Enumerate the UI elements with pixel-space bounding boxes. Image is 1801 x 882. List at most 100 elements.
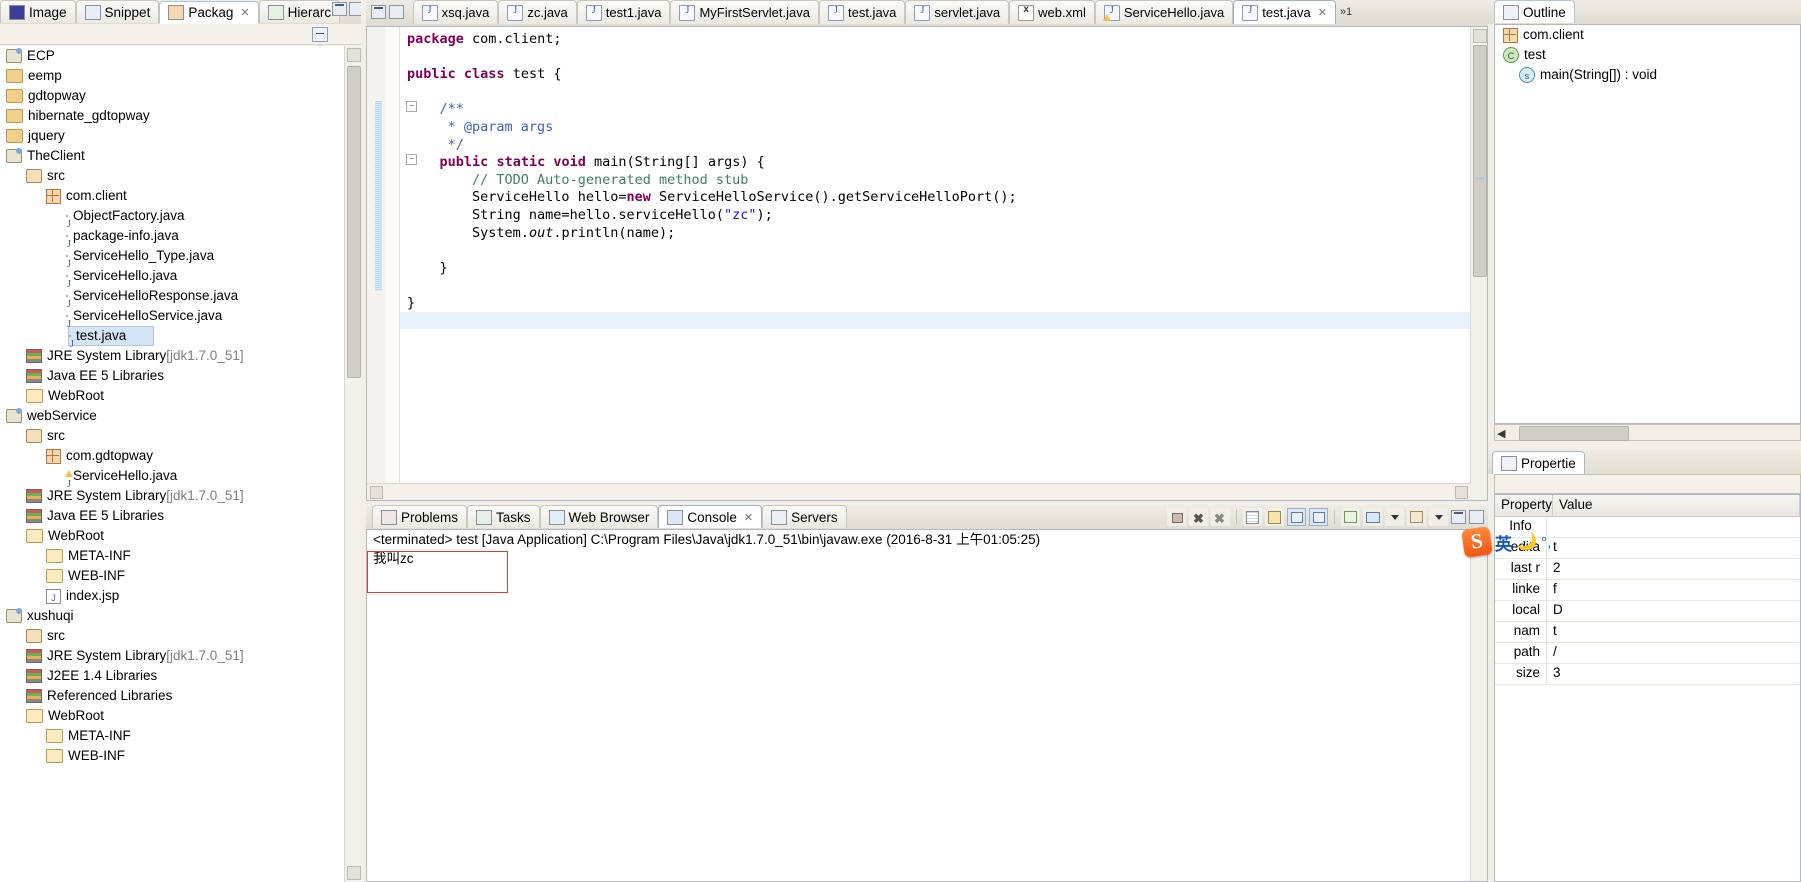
clear-console-icon[interactable] (1243, 508, 1262, 526)
close-icon[interactable]: ✕ (240, 6, 249, 19)
left-view-tab-snippet[interactable]: Snippet (75, 0, 160, 23)
tree-item[interactable]: META-INF (0, 546, 344, 566)
package-explorer-scrollbar[interactable] (344, 46, 361, 882)
editor-tab-xsq-java[interactable]: xsq.java (412, 0, 499, 24)
tree-item[interactable]: J2EE 1.4 Libraries (0, 666, 344, 686)
chevron-down-icon-2[interactable] (1429, 508, 1448, 526)
scroll-thumb[interactable] (347, 66, 361, 378)
tree-item[interactable]: JRE System Library [jdk1.7.0_51] (0, 346, 344, 366)
tree-item[interactable]: gdtopway (0, 86, 344, 106)
tree-item[interactable]: ServiceHelloResponse.java (0, 286, 344, 306)
editor-tab-zc-java[interactable]: zc.java (498, 0, 577, 24)
tree-item[interactable]: JRE System Library [jdk1.7.0_51] (0, 486, 344, 506)
editor-overview-marker[interactable] (1475, 177, 1484, 180)
terminate-icon[interactable] (1167, 508, 1186, 526)
outline-scroll-thumb[interactable] (1519, 426, 1629, 441)
sogou-logo-icon[interactable] (1461, 526, 1493, 558)
more-tabs-indicator[interactable]: »1 (1336, 6, 1352, 18)
editor-folding-ruler[interactable]: − − (385, 27, 417, 500)
properties-tab[interactable]: Propertie (1492, 451, 1585, 474)
tree-item[interactable]: JRE System Library [jdk1.7.0_51] (0, 646, 344, 666)
remove-all-launches-icon[interactable]: ✖ (1211, 508, 1230, 526)
tree-item[interactable]: ServiceHello.java (0, 266, 344, 286)
minimize-icon[interactable] (371, 5, 386, 19)
tree-item[interactable]: webService (0, 406, 344, 426)
tree-item[interactable]: index.jsp (0, 586, 344, 608)
bottom-tab-tasks[interactable]: Tasks (467, 505, 540, 528)
scroll-down-arrow[interactable] (347, 866, 361, 880)
punctuation-icon[interactable]: °, (1541, 534, 1551, 551)
tree-item[interactable]: ServiceHello_Type.java (0, 246, 344, 266)
scroll-lock-icon[interactable] (1265, 508, 1284, 526)
tree-item[interactable]: META-INF (0, 726, 344, 746)
java-source-editor[interactable]: − − package com.client; public class tes… (366, 26, 1488, 501)
editor-tab-test-java[interactable]: test.java (818, 0, 906, 24)
close-icon[interactable]: ✕ (1318, 6, 1327, 19)
outline-item[interactable]: com.client (1495, 25, 1800, 45)
editor-scroll-up-arrow[interactable] (1473, 29, 1487, 43)
scroll-up-arrow[interactable] (347, 48, 361, 62)
tree-item[interactable]: src (0, 626, 344, 646)
outline-item[interactable]: main(String[]) : void (1495, 65, 1800, 86)
sogou-ime-bar[interactable]: 英 🌙 °, (1461, 526, 1551, 558)
outline-tree[interactable]: com.client test main(String[]) : void (1494, 24, 1801, 424)
bottom-tab-web-browser[interactable]: Web Browser (539, 505, 659, 528)
console-vertical-scrollbar[interactable] (1470, 530, 1487, 881)
tree-item[interactable]: hibernate_gdtopway (0, 106, 344, 126)
tree-item[interactable]: WEB-INF (0, 746, 344, 766)
bottom-tab-problems[interactable]: Problems (372, 505, 468, 528)
tree-item[interactable]: WebRoot (0, 526, 344, 546)
new-console-view-icon[interactable] (1341, 508, 1360, 526)
outline-scroll-left-arrow[interactable]: ◀ (1497, 427, 1505, 440)
minimize-icon[interactable] (332, 2, 347, 16)
tree-item[interactable]: src (0, 426, 344, 446)
moon-icon[interactable]: 🌙 (1516, 532, 1537, 552)
tree-item[interactable]: WebRoot (0, 706, 344, 726)
close-icon[interactable]: ✕ (744, 511, 753, 524)
outline-tab[interactable]: Outline (1494, 0, 1575, 23)
tree-item[interactable]: ServiceHelloService.java (0, 306, 344, 326)
properties-row[interactable]: local D (1495, 601, 1800, 622)
tree-item[interactable]: com.client (0, 186, 344, 206)
tree-item[interactable]: xushuqi (0, 606, 344, 626)
properties-column-header[interactable]: Property (1495, 495, 1553, 516)
tree-item[interactable]: eemp (0, 66, 344, 86)
tree-item[interactable]: ServiceHello.java (0, 466, 344, 486)
console-maximize-icon[interactable] (1469, 510, 1484, 524)
tree-item[interactable]: WEB-INF (0, 566, 344, 586)
word-wrap-icon[interactable] (1287, 508, 1306, 526)
editor-scroll-right-arrow[interactable] (1455, 486, 1468, 499)
tree-item-selected[interactable]: test.java (68, 326, 154, 346)
ime-mode-label[interactable]: 英 (1495, 530, 1512, 555)
outline-horizontal-scrollbar[interactable]: ◀ (1494, 424, 1801, 441)
tree-item[interactable]: Java EE 5 Libraries (0, 366, 344, 386)
console-output[interactable]: <terminated> test [Java Application] C:\… (366, 529, 1488, 882)
editor-tab-test1-java[interactable]: test1.java (576, 0, 671, 24)
editor-vertical-scrollbar[interactable] (1470, 27, 1487, 500)
bottom-tab-servers[interactable]: Servers (762, 505, 847, 528)
editor-scroll-left-arrow[interactable] (370, 486, 383, 499)
tree-item[interactable]: TheClient (0, 146, 344, 166)
editor-scroll-thumb[interactable] (1473, 45, 1487, 277)
properties-column-header[interactable]: Value (1553, 495, 1800, 516)
pin-console-icon[interactable] (1309, 508, 1328, 526)
maximize-icon[interactable] (389, 5, 404, 19)
outline-item[interactable]: test (1495, 45, 1800, 66)
tree-item[interactable]: Java EE 5 Libraries (0, 506, 344, 526)
editor-tab-servlet-java[interactable]: servlet.java (905, 0, 1010, 24)
bottom-tab-console[interactable]: Console ✕ (658, 505, 763, 528)
editor-tab-myfirstservlet-java[interactable]: MyFirstServlet.java (670, 0, 819, 24)
properties-row[interactable]: last r 2 (1495, 559, 1800, 580)
left-view-tab-image[interactable]: Image (0, 0, 76, 23)
editor-tab-servicehello-java[interactable]: ServiceHello.java (1094, 0, 1234, 24)
tree-item[interactable]: ECP (0, 46, 344, 66)
tree-item[interactable]: com.gdtopway (0, 446, 344, 466)
chevron-down-icon[interactable] (1385, 508, 1404, 526)
properties-row[interactable]: path / (1495, 643, 1800, 664)
open-console-icon[interactable] (1407, 508, 1426, 526)
package-explorer-tree[interactable]: ECP eemp gdtopway hibernate_gdtopway jquery T… (0, 46, 344, 882)
left-view-tab-hierarc[interactable]: Hierarc (258, 0, 341, 23)
tree-item[interactable]: package-info.java (0, 226, 344, 246)
properties-row[interactable]: size 3 (1495, 664, 1800, 685)
editor-code-text[interactable]: package com.client; public class test { … (407, 31, 1465, 480)
